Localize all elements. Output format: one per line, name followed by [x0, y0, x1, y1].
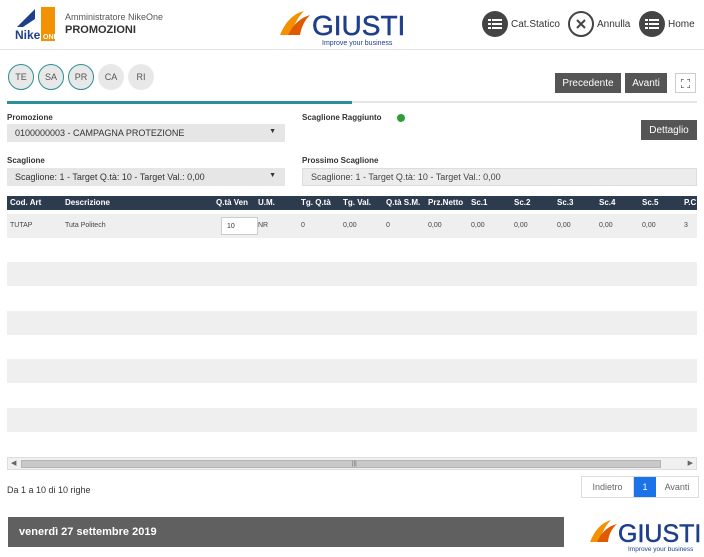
annulla-label: Annulla — [597, 18, 631, 30]
giusti-logo-small: GIUSTI Improve your business — [590, 520, 700, 553]
caret-down-icon: ▼ — [269, 172, 276, 179]
giusti-logo: GIUSTI Improve your business — [280, 10, 403, 47]
horizontal-scrollbar[interactable]: ◀ ||| ▶ — [7, 457, 697, 470]
col-sc4[interactable]: Sc.4 — [599, 198, 615, 207]
footer-date-bar: venerdì 27 settembre 2019 — [8, 517, 564, 547]
tier-label: Scaglione — [7, 156, 45, 165]
table-row[interactable] — [7, 432, 697, 456]
col-sc1[interactable]: Sc.1 — [471, 198, 487, 207]
col-tg-val[interactable]: Tg. Val. — [343, 198, 371, 207]
promo-select-value: 0100000003 - CAMPAGNA PROTEZIONE — [15, 128, 185, 138]
rows-info: Da 1 a 10 di 10 righe — [7, 485, 91, 495]
cell-cod-art: TUTAP — [10, 222, 33, 229]
table-row[interactable] — [7, 262, 697, 286]
cat-statico-label: Cat.Statico — [511, 18, 560, 30]
tier-select[interactable]: Scaglione: 1 - Target Q.tà: 10 - Target … — [7, 168, 285, 186]
promo-label: Promozione — [7, 113, 53, 122]
col-tg-qta[interactable]: Tg. Q.tà — [301, 198, 331, 207]
detail-button[interactable]: Dettaglio — [641, 120, 697, 140]
cell-sc3: 0,00 — [557, 222, 571, 229]
promo-select[interactable]: 0100000003 - CAMPAGNA PROTEZIONE ▼ — [7, 124, 285, 142]
cell-prz-netto: 0,00 — [428, 222, 442, 229]
table-header: Cod. Art Descrizione Q.tà Ven U.M. Tg. Q… — [7, 196, 697, 210]
annulla-button[interactable]: Annulla — [568, 11, 630, 37]
wizard-steps: TE SA PR CA RI — [8, 64, 154, 90]
step-pr[interactable]: PR — [68, 64, 94, 90]
step-sa[interactable]: SA — [38, 64, 64, 90]
close-circle-icon — [568, 11, 594, 37]
col-qta-sm[interactable]: Q.tà S.M. — [386, 198, 420, 207]
cell-tg-qta: 0 — [301, 222, 305, 229]
fullscreen-button[interactable] — [675, 73, 696, 93]
table-row[interactable]: TUTAP Tuta Politech 10 NR 0 0,00 0 0,00 … — [7, 214, 697, 238]
step-ca[interactable]: CA — [98, 64, 124, 90]
svg-text:GIUSTI: GIUSTI — [312, 10, 403, 41]
table-row[interactable] — [7, 408, 697, 432]
cell-tg-val: 0,00 — [343, 222, 357, 229]
grip-icon: ||| — [352, 461, 357, 467]
cell-sc4: 0,00 — [599, 222, 613, 229]
pager-page-1[interactable]: 1 — [634, 477, 656, 497]
col-sc5[interactable]: Sc.5 — [642, 198, 658, 207]
app-header: Nike ONE Amministratore NikeOne PROMOZIO… — [0, 0, 704, 50]
nike-logo: Nike ONE — [13, 5, 57, 43]
cell-um: NR — [258, 222, 269, 229]
table-row[interactable] — [7, 383, 697, 407]
col-qta-ven[interactable]: Q.tà Ven — [216, 198, 248, 207]
col-pc[interactable]: P.C — [684, 198, 696, 207]
svg-text:Improve your business: Improve your business — [628, 546, 694, 553]
check-icon — [397, 114, 405, 126]
svg-text:Nike: Nike — [15, 28, 41, 42]
scroll-left-icon[interactable]: ◀ — [11, 459, 16, 467]
col-cod-art[interactable]: Cod. Art — [10, 198, 41, 207]
table-row[interactable] — [7, 286, 697, 310]
table-row[interactable] — [7, 238, 697, 262]
prev-button[interactable]: Precedente — [555, 73, 621, 93]
next-tier-label: Prossimo Scaglione — [302, 156, 379, 165]
cell-qta-sm: 0 — [386, 222, 390, 229]
pager-next-button[interactable]: Avanti — [656, 477, 698, 497]
col-sc3[interactable]: Sc.3 — [557, 198, 573, 207]
svg-text:Improve your business: Improve your business — [322, 40, 393, 47]
scroll-right-icon[interactable]: ▶ — [688, 459, 693, 467]
qty-input[interactable]: 10 — [221, 217, 258, 235]
list-icon — [482, 11, 508, 37]
cell-sc2: 0,00 — [514, 222, 528, 229]
wizard-progress-fill — [7, 101, 352, 104]
table-row[interactable] — [7, 359, 697, 383]
reached-label: Scaglione Raggiunto — [302, 113, 382, 122]
pager-prev-button[interactable]: Indietro — [582, 477, 634, 497]
col-descrizione[interactable]: Descrizione — [65, 198, 110, 207]
caret-down-icon: ▼ — [269, 128, 276, 135]
svg-text:ONE: ONE — [43, 34, 57, 41]
step-ri[interactable]: RI — [128, 64, 154, 90]
svg-text:GIUSTI: GIUSTI — [618, 520, 700, 548]
cell-descrizione: Tuta Politech — [65, 222, 106, 229]
user-name: Amministratore NikeOne — [65, 12, 164, 22]
cell-sc1: 0,00 — [471, 222, 485, 229]
tier-select-value: Scaglione: 1 - Target Q.tà: 10 - Target … — [15, 172, 205, 182]
scrollbar-thumb[interactable]: ||| — [21, 460, 661, 468]
step-te[interactable]: TE — [8, 64, 34, 90]
list-icon — [639, 11, 665, 37]
col-um[interactable]: U.M. — [258, 198, 275, 207]
col-sc2[interactable]: Sc.2 — [514, 198, 530, 207]
table-row[interactable] — [7, 335, 697, 359]
footer-date: venerdì 27 settembre 2019 — [19, 526, 157, 538]
home-label: Home — [668, 18, 695, 30]
home-button[interactable]: Home — [639, 11, 695, 37]
pagination: Indietro 1 Avanti — [581, 476, 699, 498]
section-title: PROMOZIONI — [65, 24, 136, 36]
fullscreen-icon — [681, 78, 690, 88]
cell-sc5: 0,00 — [642, 222, 656, 229]
col-prz-netto[interactable]: Prz.Netto — [428, 198, 463, 207]
wizard-progress — [7, 101, 697, 104]
next-button[interactable]: Avanti — [625, 73, 667, 93]
next-tier-field: Scaglione: 1 - Target Q.tà: 10 - Target … — [302, 168, 697, 186]
cat-statico-button[interactable]: Cat.Statico — [482, 11, 560, 37]
table-row[interactable] — [7, 311, 697, 335]
cell-pc: 3 — [684, 222, 688, 229]
